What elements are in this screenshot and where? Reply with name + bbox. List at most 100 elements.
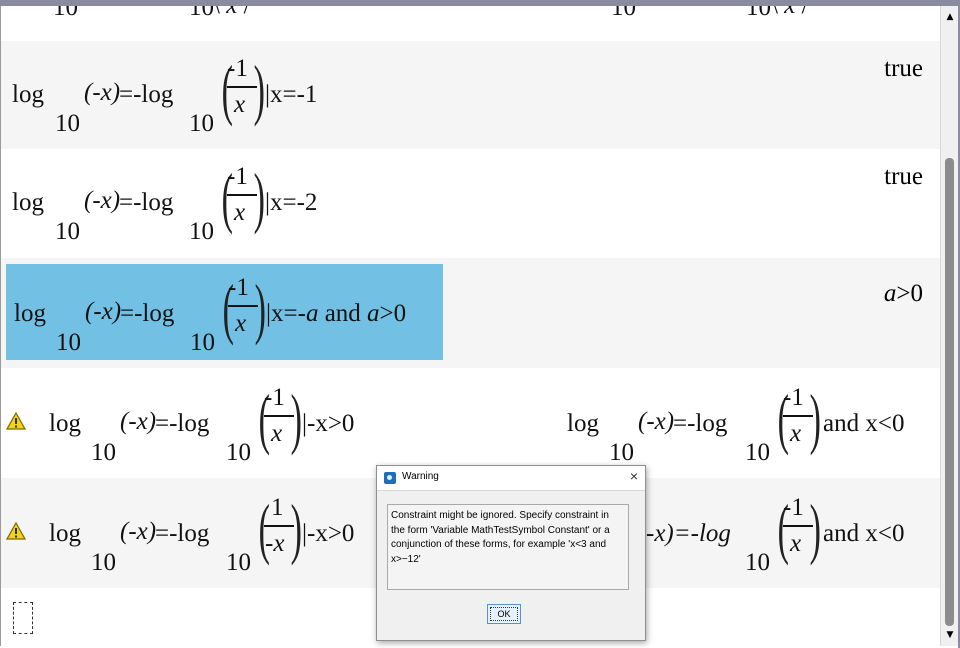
- constraint: |-x>0: [302, 410, 355, 437]
- log-base: 10: [189, 218, 214, 245]
- scrollbar-thumb[interactable]: [945, 158, 954, 626]
- fraction-numerator: 1: [271, 494, 284, 521]
- paren-fragment: \ x /: [213, 6, 251, 20]
- log-function: log: [49, 410, 81, 437]
- log-base: 10: [55, 218, 80, 245]
- result-value: a>0: [883, 280, 923, 307]
- input-expression: log 10 (-x) =-log 10 ( -1 x ) |x=-a and …: [1, 258, 441, 366]
- fraction-numerator: -1: [783, 384, 804, 411]
- log-base: 10: [55, 110, 80, 137]
- scroll-up-arrow-icon[interactable]: ▲: [941, 8, 959, 26]
- result-tail: and x<0: [823, 410, 905, 437]
- log-base: 10: [189, 110, 214, 137]
- base-subscript: 10: [189, 6, 214, 21]
- right-paren: ): [809, 490, 821, 566]
- close-icon[interactable]: ×: [630, 468, 638, 484]
- fraction-numerator: -1: [228, 274, 249, 301]
- log-base: 10: [745, 439, 770, 466]
- fraction-denominator: x: [235, 310, 247, 337]
- right-paren: ): [290, 490, 302, 566]
- input-placeholder-box[interactable]: [13, 602, 33, 634]
- constraint: |x=-2: [265, 189, 318, 216]
- equals-neg-log: =-log: [119, 81, 174, 108]
- history-row-partial: 10 10 \ x / 10 10 \ x /: [1, 6, 941, 40]
- result-fragment: -x)=-log: [646, 520, 731, 547]
- constraint: |x=-a and a>0: [266, 300, 407, 327]
- result-expression: log 10 (-x) =-log 10 ( -1 x ) and x<0: [561, 368, 941, 476]
- equals-neg-log: =-log: [155, 410, 210, 437]
- fraction-denominator: x: [234, 199, 246, 226]
- dialog-message: Constraint might be ignored. Specify con…: [387, 504, 629, 590]
- fraction-denominator: -x: [265, 530, 285, 557]
- log-function: log: [14, 300, 46, 327]
- fraction-numerator: -1: [264, 384, 285, 411]
- fraction-bar: [783, 415, 813, 417]
- history-row[interactable]: log 10 (-x) =-log 10 ( -1 x ) |x=-1 true: [1, 41, 941, 149]
- log-argument: (-x): [85, 298, 122, 325]
- log-base: 10: [91, 439, 116, 466]
- input-expression: log 10 (-x) =-log 10 ( -1 x ) |x=-1: [1, 41, 421, 149]
- app-icon: [384, 472, 396, 484]
- fraction-bar: [264, 525, 294, 527]
- right-paren: ): [253, 51, 265, 127]
- vertical-scrollbar[interactable]: ▲ ▼: [940, 6, 959, 646]
- log-function: log: [12, 189, 44, 216]
- fraction-bar: [783, 525, 813, 527]
- log-base: 10: [190, 329, 215, 356]
- input-expression: log 10 (-x) =-log 10 ( -1 x ) |-x>0: [1, 368, 401, 476]
- equals-neg-log: =-log: [673, 410, 728, 437]
- fraction-numerator: -1: [227, 55, 248, 82]
- equals-neg-log: =-log: [119, 189, 174, 216]
- equals-neg-log: =-log: [120, 300, 175, 327]
- history-row-warning[interactable]: log 10 (-x) =-log 10 ( -1 x ) |-x>0 log …: [1, 368, 941, 478]
- dialog-titlebar: Warning ×: [377, 466, 645, 491]
- fraction-denominator: x: [790, 420, 802, 447]
- right-paren: ): [253, 159, 265, 235]
- log-base: 10: [91, 549, 116, 576]
- result-expression: -x)=-log 10 ( -1 x ) and x<0: [645, 478, 941, 586]
- log-base: 10: [609, 439, 634, 466]
- paren-fragment: \ x /: [771, 6, 809, 20]
- log-argument: (-x): [84, 187, 121, 214]
- fraction-denominator: x: [790, 530, 802, 557]
- right-paren: ): [254, 270, 266, 346]
- fraction-denominator: x: [234, 91, 246, 118]
- constraint: |-x>0: [302, 520, 355, 547]
- result-value: true: [884, 55, 923, 82]
- right-paren: ): [290, 380, 302, 456]
- log-function: log: [12, 81, 44, 108]
- log-base: 10: [226, 549, 251, 576]
- right-paren: ): [809, 380, 821, 456]
- ok-button[interactable]: OK: [487, 604, 521, 624]
- log-function: log: [567, 410, 599, 437]
- log-base: 10: [56, 329, 81, 356]
- equals-neg-log: =-log: [155, 520, 210, 547]
- dialog-title: Warning: [402, 471, 439, 482]
- log-function: log: [49, 520, 81, 547]
- fraction-denominator: x: [271, 420, 283, 447]
- scroll-down-arrow-icon[interactable]: ▼: [941, 626, 959, 644]
- history-row-selected[interactable]: log 10 (-x) =-log 10 ( -1 x ) |x=-a and …: [1, 258, 941, 368]
- fraction-bar: [228, 305, 258, 307]
- constraint: |x=-1: [265, 81, 318, 108]
- history-row[interactable]: log 10 (-x) =-log 10 ( -1 x ) |x=-2 true: [1, 149, 941, 258]
- result-value: true: [884, 163, 923, 190]
- log-base: 10: [226, 439, 251, 466]
- base-subscript: 10: [746, 6, 771, 21]
- input-expression: log 10 (-x) =-log 10 ( 1 -x ) |-x>0: [1, 478, 376, 586]
- log-base: 10: [745, 549, 770, 576]
- fraction-bar: [227, 86, 257, 88]
- input-expression: log 10 (-x) =-log 10 ( -1 x ) |x=-2: [1, 149, 421, 257]
- result-tail: and x<0: [823, 520, 905, 547]
- base-subscript: 10: [611, 6, 636, 21]
- base-subscript: 10: [53, 6, 78, 21]
- fraction-bar: [227, 194, 257, 196]
- warning-dialog: Warning × Constraint might be ignored. S…: [376, 465, 646, 641]
- fraction-numerator: -1: [227, 163, 248, 190]
- log-argument: (-x): [84, 79, 121, 106]
- log-argument: (-x): [120, 518, 157, 545]
- log-argument: (-x): [120, 408, 157, 435]
- fraction-bar: [264, 415, 294, 417]
- fraction-numerator: -1: [783, 494, 804, 521]
- log-argument: (-x): [638, 408, 675, 435]
